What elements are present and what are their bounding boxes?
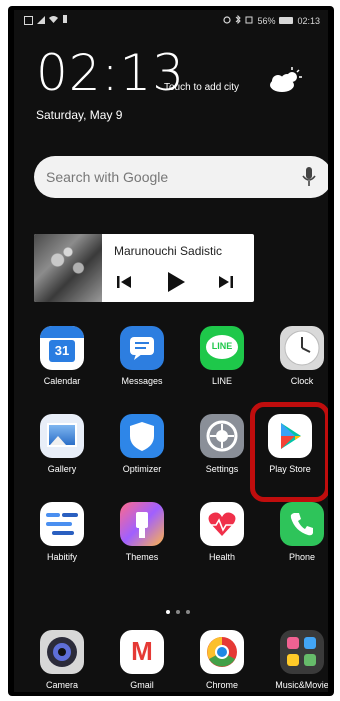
touch-to-add-city[interactable]: Touch to add city [164,82,239,93]
camera-icon [40,630,84,674]
app-health[interactable]: Health [187,502,257,562]
gallery-icon [40,414,84,458]
calendar-icon: 31 [40,326,84,370]
music-controls [114,270,244,294]
sim-icon [24,15,33,25]
page-indicator[interactable] [166,610,190,614]
page-dot [186,610,190,614]
app-messages[interactable]: Messages [107,326,177,386]
app-clock[interactable]: Clock [267,326,328,386]
app-optimizer[interactable]: Optimizer [107,414,177,474]
chrome-icon [200,630,244,674]
themes-icon [120,502,164,546]
clock-widget-date: Saturday, May 9 [36,108,123,122]
app-music-movie-folder[interactable]: Music&Movie [267,630,328,690]
search-placeholder: Search with Google [46,169,169,185]
song-title: Marunouchi Sadistic [114,244,223,258]
line-icon: LINE [200,326,244,370]
app-label: Clock [290,376,314,386]
wifi-icon [49,15,58,25]
phone-frame: 56% 02:13 02:13 Touch to add city Saturd… [8,6,334,696]
app-label: Calendar [43,376,81,386]
app-label: LINE [211,376,232,386]
music-movie-folder-icon [280,630,324,674]
app-camera[interactable]: Camera [27,630,97,690]
status-left-icons [24,15,68,25]
notification-icon [62,15,68,25]
app-label: Settings [205,464,239,474]
app-label: Camera [45,680,78,690]
app-label: Gmail [130,680,154,690]
play-store-highlight-box [250,402,328,502]
nfc-icon [223,15,232,26]
music-widget[interactable]: Marunouchi Sadistic [34,234,254,302]
status-right-icons: 56% 02:13 [223,14,320,26]
app-phone[interactable]: Phone [267,502,328,562]
page-dot-active [166,610,170,614]
status-time: 02:13 [297,15,320,26]
bluetooth-icon [235,14,242,26]
app-themes[interactable]: Themes [107,502,177,562]
messages-icon [120,326,164,370]
app-chrome[interactable]: Chrome [187,630,257,690]
optimizer-icon [120,414,164,458]
clock-icon [280,326,324,370]
silent-icon [245,16,253,26]
phone-icon [280,502,324,546]
previous-icon[interactable] [116,274,132,295]
app-line[interactable]: LINE LINE [187,326,257,386]
app-habitify[interactable]: Habitify [27,502,97,562]
battery-icon [279,17,294,24]
mic-icon[interactable] [302,166,316,188]
google-search-bar[interactable]: Search with Google [34,156,328,198]
app-gmail[interactable]: M Gmail [107,630,177,690]
home-screen: 56% 02:13 02:13 Touch to add city Saturd… [14,10,328,692]
app-label: Chrome [205,680,238,690]
app-label: Optimizer [122,464,162,474]
app-label: Messages [121,376,163,386]
app-label: Music&Movie [275,680,328,690]
calendar-date-badge: 31 [49,340,75,362]
status-bar: 56% 02:13 [14,10,328,32]
album-art[interactable] [34,234,102,302]
battery-percent: 56% [257,15,276,26]
app-settings[interactable]: Settings [187,414,257,474]
gmail-badge: M [131,636,153,666]
app-label: Themes [125,552,159,562]
page-dot [176,610,180,614]
play-icon[interactable] [166,271,186,298]
next-icon[interactable] [218,274,234,295]
line-badge: LINE [211,341,233,351]
gmail-icon: M [120,630,164,674]
app-label: Gallery [47,464,77,474]
app-gallery[interactable]: Gallery [27,414,97,474]
health-icon [200,502,244,546]
clock-widget-time[interactable]: 02:13 [36,48,185,98]
signal-icon [37,16,45,24]
settings-icon [200,414,244,458]
habitify-icon [40,502,84,546]
app-label: Phone [288,552,316,562]
partly-cloudy-icon[interactable] [268,66,304,94]
app-calendar[interactable]: 31 Calendar [27,326,97,386]
app-label: Habitify [46,552,77,562]
app-label: Health [208,552,235,562]
